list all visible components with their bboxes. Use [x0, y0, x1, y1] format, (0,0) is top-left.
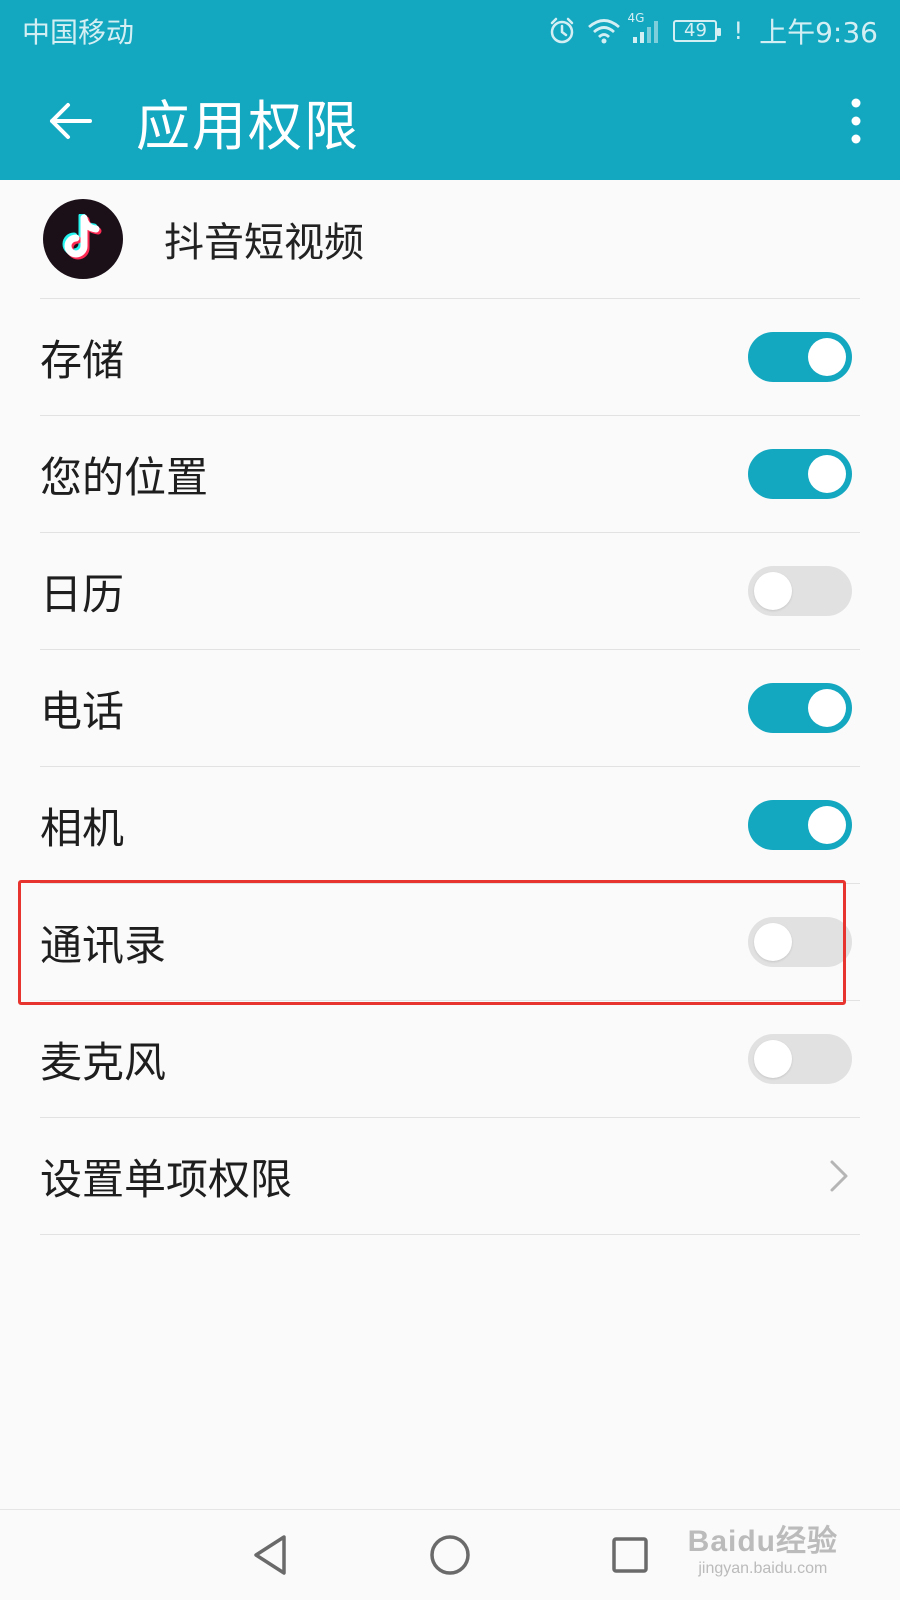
arrow-left-icon: [50, 103, 92, 139]
permission-label: 相机: [40, 803, 125, 853]
storage-toggle[interactable]: [748, 332, 852, 382]
back-button[interactable]: [40, 91, 100, 151]
permission-label: 通讯录: [40, 920, 167, 970]
calendar-toggle[interactable]: [748, 566, 852, 616]
permission-row-location[interactable]: 您的位置: [40, 416, 860, 533]
permission-label: 存储: [40, 335, 125, 385]
watermark-url: jingyan.baidu.com: [698, 1560, 828, 1577]
toggle-knob: [808, 689, 846, 727]
location-toggle[interactable]: [748, 449, 852, 499]
nav-back-button[interactable]: [240, 1525, 300, 1585]
permission-row-storage[interactable]: 存储: [40, 299, 860, 416]
permission-label: 您的位置: [40, 452, 209, 502]
app-bar: 应用权限: [0, 62, 900, 180]
individual-permissions-label: 设置单项权限: [40, 1154, 293, 1204]
toggle-knob: [808, 455, 846, 493]
permission-label: 麦克风: [40, 1037, 167, 1087]
permission-row-microphone[interactable]: 麦克风: [40, 1001, 860, 1118]
app-header: 抖音短视频: [40, 180, 860, 299]
battery-icon: 49: [673, 20, 722, 42]
circle-home-icon: [430, 1535, 470, 1575]
alarm-icon: [547, 16, 577, 46]
phone-toggle[interactable]: [748, 683, 852, 733]
permissions-content: 抖音短视频 存储 您的位置 日历 电话 相机 通讯录 麦克风 设置单项权限: [0, 180, 900, 1235]
app-name: 抖音短视频: [164, 220, 364, 266]
individual-permissions-row[interactable]: 设置单项权限: [40, 1118, 860, 1235]
more-vertical-icon: [851, 98, 861, 144]
contacts-toggle[interactable]: [748, 917, 852, 967]
permission-row-phone[interactable]: 电话: [40, 650, 860, 767]
tiktok-logo-icon: [43, 199, 123, 279]
baidu-watermark: Baidu经验 jingyan.baidu.com: [688, 1516, 838, 1578]
watermark-logo: Baidu经验: [687, 1525, 838, 1558]
nav-home-button[interactable]: [420, 1525, 480, 1585]
status-icons: 4G 49 ! 上午9:36: [547, 11, 878, 51]
wifi-icon: [587, 17, 621, 45]
more-options-button[interactable]: [832, 91, 880, 151]
permission-row-calendar[interactable]: 日历: [40, 533, 860, 650]
toggle-knob: [808, 806, 846, 844]
nav-recents-button[interactable]: [600, 1525, 660, 1585]
permission-row-contacts[interactable]: 通讯录: [40, 884, 860, 1001]
status-bar: 中国移动 4G 49 ! 上午9:36: [0, 0, 900, 62]
toggle-knob: [754, 1040, 792, 1078]
triangle-back-icon: [254, 1535, 286, 1575]
toggle-knob: [754, 923, 792, 961]
microphone-toggle[interactable]: [748, 1034, 852, 1084]
network-type-label: 4G: [627, 11, 645, 25]
battery-warning-icon: !: [733, 17, 744, 45]
camera-toggle[interactable]: [748, 800, 852, 850]
chevron-right-icon: [824, 1156, 854, 1196]
toggle-knob: [808, 338, 846, 376]
carrier-label: 中国移动: [22, 16, 135, 49]
clock-label: 上午9:36: [759, 16, 878, 49]
permission-label: 日历: [40, 569, 125, 619]
toggle-knob: [754, 572, 792, 610]
cellular-signal-icon: 4G: [627, 11, 663, 45]
page-title: 应用权限: [136, 94, 360, 158]
permission-row-camera[interactable]: 相机: [40, 767, 860, 884]
battery-level: 49: [684, 20, 707, 41]
permission-label: 电话: [40, 686, 125, 736]
square-recents-icon: [612, 1537, 648, 1573]
